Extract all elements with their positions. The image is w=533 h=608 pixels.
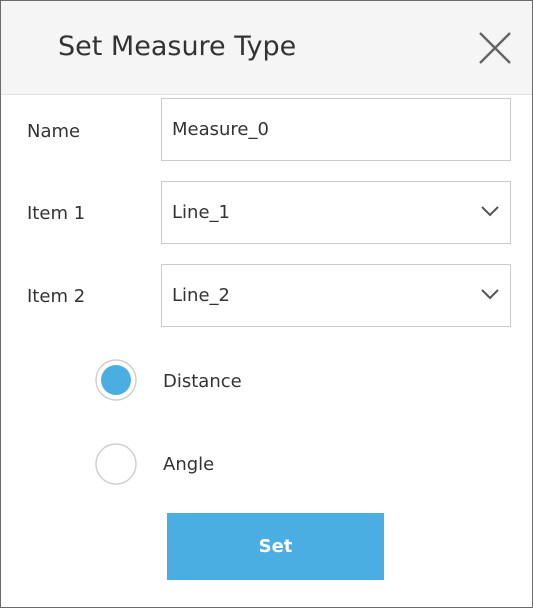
item2-label: Item 2 bbox=[27, 286, 86, 307]
set-measure-type-dialog: Set Measure Type Name Item 1 Line_1 Item… bbox=[0, 0, 533, 608]
radio-selected-icon bbox=[95, 359, 137, 401]
item1-label: Item 1 bbox=[27, 203, 86, 224]
distance-label: Distance bbox=[163, 371, 242, 392]
radio-unselected-icon bbox=[95, 443, 137, 485]
item2-selected-value: Line_2 bbox=[172, 285, 230, 306]
item1-select[interactable]: Line_1 bbox=[161, 181, 511, 244]
item2-select[interactable]: Line_2 bbox=[161, 264, 511, 327]
dialog-header: Set Measure Type bbox=[1, 1, 532, 95]
close-button[interactable] bbox=[475, 28, 515, 68]
set-button[interactable]: Set bbox=[167, 513, 384, 580]
close-icon bbox=[479, 32, 511, 64]
distance-radio[interactable] bbox=[95, 359, 137, 401]
angle-radio[interactable] bbox=[95, 443, 137, 485]
chevron-down-icon bbox=[481, 289, 499, 300]
name-field-container bbox=[161, 98, 511, 161]
item1-selected-value: Line_1 bbox=[172, 202, 230, 223]
dialog-title: Set Measure Type bbox=[58, 31, 297, 62]
angle-label: Angle bbox=[163, 454, 215, 475]
name-label: Name bbox=[27, 121, 81, 142]
chevron-down-icon bbox=[481, 206, 499, 217]
name-input[interactable] bbox=[162, 99, 510, 160]
